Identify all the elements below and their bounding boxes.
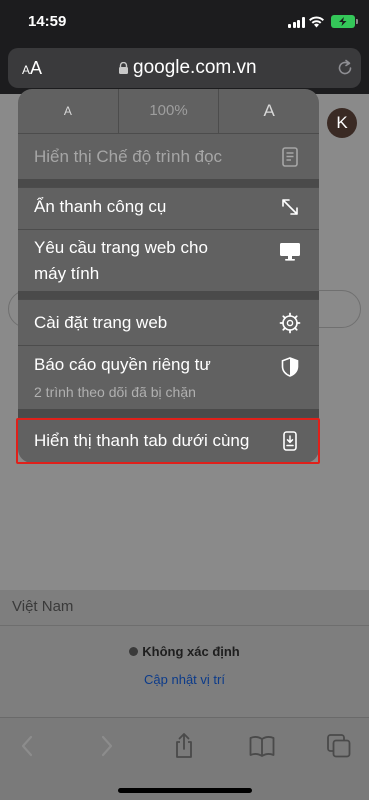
- battery-icon: [331, 15, 358, 28]
- expand-arrows-icon: [282, 199, 298, 215]
- update-location-link[interactable]: Cập nhật vị trí: [0, 672, 369, 687]
- cellular-signal-icon: [288, 17, 305, 28]
- account-avatar[interactable]: K: [327, 108, 357, 138]
- document-icon: [282, 147, 298, 167]
- zoom-in-button[interactable]: A: [218, 89, 319, 133]
- status-time: 14:59: [28, 13, 67, 30]
- gear-icon: [279, 312, 301, 334]
- desktop-icon: [280, 243, 300, 261]
- lock-icon: [119, 62, 128, 74]
- tabs-icon[interactable]: [325, 732, 353, 760]
- country-label: Việt Nam: [12, 598, 74, 615]
- menu-item-website-settings[interactable]: Cài đặt trang web: [18, 299, 319, 345]
- footer-divider: [0, 625, 369, 626]
- shield-icon: [281, 357, 299, 377]
- zoom-out-button[interactable]: A: [18, 89, 118, 133]
- bottom-toolbar: [0, 717, 369, 800]
- zoom-controls: A 100% A: [18, 89, 319, 133]
- zoom-level[interactable]: 100%: [117, 89, 219, 133]
- wifi-icon: [309, 16, 324, 28]
- menu-separator: [18, 291, 319, 299]
- status-bar: 14:59: [0, 0, 369, 44]
- book-icon[interactable]: [248, 732, 276, 760]
- address-toolbar: AA google.com.vn: [0, 44, 369, 94]
- menu-item-reader-mode[interactable]: Hiển thị Chế độ trình đọc: [18, 133, 319, 179]
- home-indicator: [118, 788, 252, 793]
- menu-separator: [18, 179, 319, 187]
- share-icon[interactable]: [170, 732, 198, 760]
- page-footer: Việt Nam Không xác định Cập nhật vị trí: [0, 590, 369, 717]
- menu-item-privacy-report[interactable]: Báo cáo quyền riêng tư 2 trình theo dõi …: [18, 345, 319, 409]
- menu-item-request-desktop-site[interactable]: Yêu cầu trang web cho máy tính: [18, 229, 319, 291]
- chevron-right-icon[interactable]: [92, 732, 120, 760]
- text-size-button[interactable]: AA: [22, 58, 42, 79]
- menu-separator: [18, 409, 319, 417]
- menu-item-hide-toolbar[interactable]: Ẩn thanh công cụ: [18, 187, 319, 229]
- address-field[interactable]: AA google.com.vn: [8, 48, 361, 88]
- chevron-left-icon[interactable]: [14, 732, 42, 760]
- location-status: Không xác định: [0, 644, 369, 659]
- privacy-report-subtitle: 2 trình theo dõi đã bị chặn: [34, 384, 196, 400]
- highlight-annotation-box: [16, 418, 320, 464]
- reload-icon[interactable]: [335, 58, 355, 78]
- page-settings-menu: A 100% A Hiển thị Chế độ trình đọc Ẩn th…: [18, 89, 319, 463]
- location-dot-icon: [129, 647, 139, 656]
- url-text[interactable]: google.com.vn: [133, 57, 257, 79]
